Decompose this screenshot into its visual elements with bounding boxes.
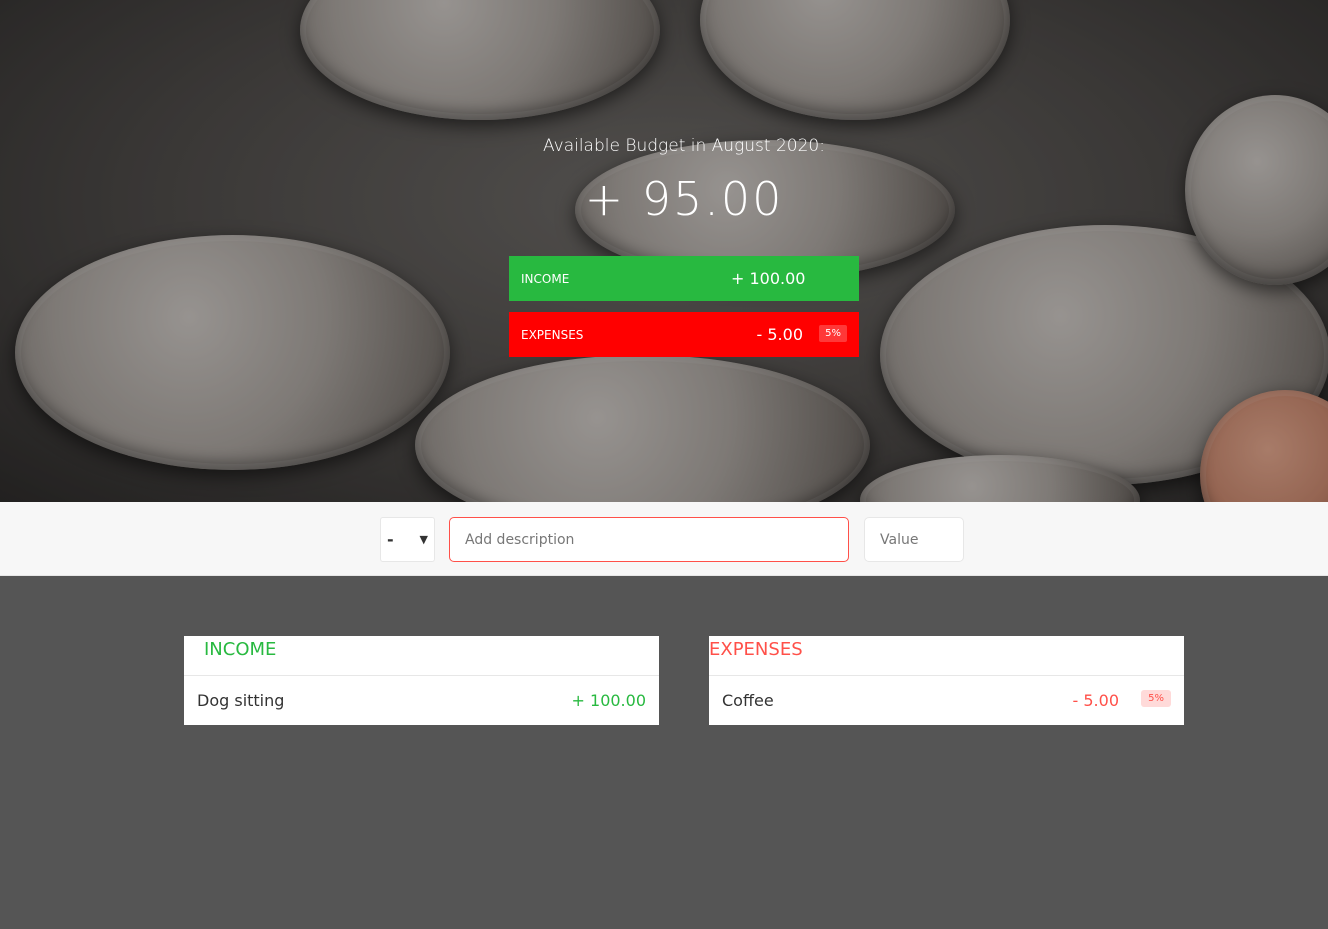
income-list-title: Income (184, 636, 659, 676)
expense-item[interactable]: Coffee - 5.00 5% (709, 676, 1184, 725)
add-type-selected: - (387, 530, 394, 549)
budget-income-bar: Income + 100.00 (509, 256, 859, 301)
budget-expenses-percentage: 5% (819, 325, 847, 342)
budget-title: Available Budget in August 2020: (543, 136, 825, 156)
add-value-input[interactable] (864, 517, 964, 562)
add-description-input[interactable] (449, 517, 849, 562)
expenses-list-title: Expenses (709, 636, 1184, 676)
income-list: Income Dog sitting + 100.00 (184, 636, 659, 725)
expense-item-percentage: 5% (1141, 690, 1171, 707)
add-type-select[interactable]: - ▼ (380, 517, 435, 562)
expense-item-value: - 5.00 (1072, 691, 1119, 710)
budget-hero: Available Budget in August 2020: + 95.00… (0, 0, 1328, 502)
budget-expenses-label: Expenses (521, 327, 584, 342)
expenses-list: Expenses Coffee - 5.00 5% (709, 636, 1184, 725)
budget-income-label: Income (521, 271, 570, 286)
budget-value: + 95.00 (584, 172, 784, 226)
chevron-down-icon: ▼ (419, 533, 428, 546)
budget-summary: Available Budget in August 2020: + 95.00… (509, 0, 859, 502)
budget-income-value: + 100.00 (731, 269, 806, 288)
income-item-description: Dog sitting (197, 691, 285, 710)
add-item-bar: - ▼ (0, 502, 1328, 576)
income-item-value: + 100.00 (571, 691, 646, 710)
expense-item-description: Coffee (722, 691, 774, 710)
budget-expenses-bar: Expenses - 5.00 5% (509, 312, 859, 357)
income-item[interactable]: Dog sitting + 100.00 (184, 676, 659, 725)
budget-expenses-value: - 5.00 (756, 325, 803, 344)
